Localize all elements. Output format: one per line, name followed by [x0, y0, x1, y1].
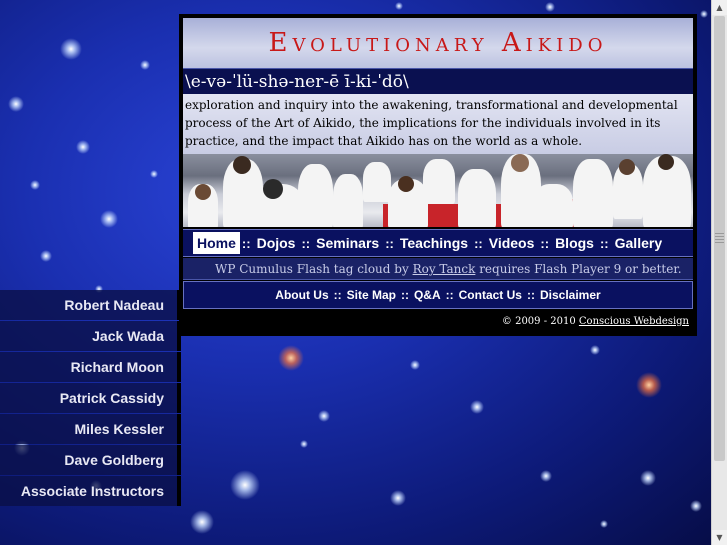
nav-about-us[interactable]: About Us — [275, 288, 328, 302]
scroll-up-arrow-icon[interactable]: ▲ — [712, 0, 727, 15]
nav-site-map[interactable]: Site Map — [347, 288, 396, 302]
secondary-nav: About Us :: Site Map :: Q&A :: Contact U… — [183, 281, 693, 309]
sidebar-item-patrick-cassidy[interactable]: Patrick Cassidy — [0, 383, 181, 413]
vertical-scrollbar[interactable]: ▲ ▼ — [711, 0, 727, 545]
tag-cloud-notice: WP Cumulus Flash tag cloud by Roy Tanck … — [183, 258, 693, 280]
nav-disclaimer[interactable]: Disclaimer — [540, 288, 601, 302]
sidebar-item-richard-moon[interactable]: Richard Moon — [0, 352, 181, 382]
nav-separator: :: — [474, 235, 483, 251]
nav-qa[interactable]: Q&A — [414, 288, 441, 302]
nav-dojos[interactable]: Dojos — [253, 232, 300, 254]
copyright-text: © 2009 - 2010 — [501, 316, 579, 327]
nav-separator: :: — [526, 288, 535, 302]
main-panel: Evolutionary Aikido \e-və-ˈlü-shə-ner-ē … — [179, 14, 697, 336]
sidebar-item-jack-wada[interactable]: Jack Wada — [0, 321, 181, 351]
tag-cloud-suffix: requires Flash Player 9 or better. — [475, 262, 682, 276]
scroll-down-arrow-icon[interactable]: ▼ — [712, 530, 727, 545]
nav-contact-us[interactable]: Contact Us — [459, 288, 522, 302]
site-description: exploration and inquiry into the awakeni… — [183, 94, 693, 154]
main-nav: Home :: Dojos :: Seminars :: Teachings :… — [183, 229, 693, 257]
nav-separator: :: — [599, 235, 609, 251]
roy-tanck-link[interactable]: Roy Tanck — [413, 262, 476, 276]
nav-separator: :: — [445, 288, 454, 302]
nav-gallery[interactable]: Gallery — [611, 232, 666, 254]
nav-separator: :: — [333, 288, 342, 302]
instructor-sidebar: Robert Nadeau Jack Wada Richard Moon Pat… — [0, 290, 181, 506]
nav-teachings[interactable]: Teachings — [396, 232, 472, 254]
site-pronunciation: \e-və-ˈlü-shə-ner-ē ī-ki-ˈdō\ — [183, 68, 693, 94]
nav-separator: :: — [540, 235, 550, 251]
sidebar-item-miles-kessler[interactable]: Miles Kessler — [0, 414, 181, 444]
sidebar-item-robert-nadeau[interactable]: Robert Nadeau — [0, 290, 181, 320]
nav-seminars[interactable]: Seminars — [312, 232, 383, 254]
header-photo — [183, 154, 693, 227]
nav-separator: :: — [241, 235, 251, 251]
site-title[interactable]: Evolutionary Aikido — [183, 18, 693, 68]
nav-separator: :: — [301, 235, 311, 251]
tag-cloud-prefix: WP Cumulus Flash tag cloud by — [215, 262, 413, 276]
scroll-grip-icon — [715, 233, 724, 245]
nav-separator: :: — [385, 235, 394, 251]
sidebar-item-dave-goldberg[interactable]: Dave Goldberg — [0, 445, 181, 475]
footer-copyright: © 2009 - 2010 Conscious Webdesign — [502, 316, 689, 327]
nav-separator: :: — [400, 288, 409, 302]
conscious-webdesign-link[interactable]: Conscious Webdesign — [579, 316, 689, 327]
sidebar-item-associate-instructors[interactable]: Associate Instructors — [0, 476, 181, 506]
nav-videos[interactable]: Videos — [485, 232, 539, 254]
nav-home[interactable]: Home — [193, 232, 240, 254]
nav-blogs[interactable]: Blogs — [551, 232, 598, 254]
